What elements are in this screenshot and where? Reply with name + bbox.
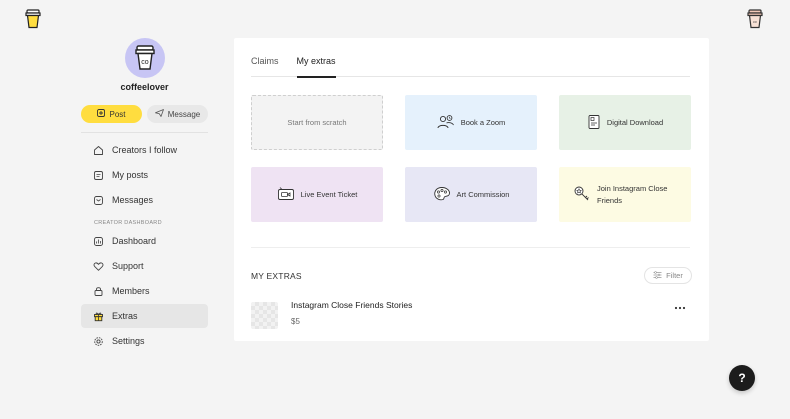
list-item[interactable]: Instagram Close Friends Stories $5 bbox=[251, 300, 690, 329]
sidebar-item-label: Extras bbox=[112, 311, 138, 321]
tab-claims[interactable]: Claims bbox=[251, 55, 279, 77]
sidebar-item-label: Dashboard bbox=[112, 236, 157, 246]
card-digital-download[interactable]: Digital Download bbox=[559, 95, 691, 150]
card-label: Book a Zoom bbox=[460, 117, 506, 127]
user-avatar-icon[interactable]: ᶜᵒ bbox=[746, 9, 764, 29]
post-button-label: Post bbox=[109, 109, 126, 119]
card-label: Art Commission bbox=[456, 189, 510, 199]
sidebar-item-support[interactable]: Support bbox=[81, 254, 208, 278]
extra-price: $5 bbox=[291, 317, 300, 326]
extra-name: Instagram Close Friends Stories bbox=[291, 300, 413, 310]
gear-icon bbox=[93, 336, 104, 347]
svg-text:ᶜᵒ: ᶜᵒ bbox=[753, 20, 757, 26]
svg-text:co: co bbox=[141, 59, 149, 66]
profile-username: coffeelover bbox=[120, 82, 169, 92]
card-label: Join Instagram Close Friends bbox=[597, 183, 668, 205]
card-start-from-scratch[interactable]: Start from scratch bbox=[251, 95, 383, 150]
more-options-icon[interactable] bbox=[674, 302, 686, 313]
document-icon bbox=[587, 114, 601, 132]
people-icon bbox=[437, 114, 455, 132]
card-book-a-zoom[interactable]: Book a Zoom bbox=[405, 95, 537, 150]
card-live-event-ticket[interactable]: Live Event Ticket bbox=[251, 167, 383, 222]
my-extras-heading: MY EXTRAS bbox=[251, 271, 302, 281]
heart-icon bbox=[93, 261, 104, 272]
sidebar-item-members[interactable]: Members bbox=[81, 279, 208, 303]
filter-button[interactable]: Filter bbox=[644, 267, 692, 284]
tab-bar: Claims My extras bbox=[251, 55, 690, 78]
posts-icon bbox=[93, 170, 104, 181]
help-button[interactable]: ? bbox=[729, 365, 755, 391]
sidebar-item-creators-i-follow[interactable]: Creators I follow bbox=[81, 138, 208, 162]
sidebar-item-messages[interactable]: Messages bbox=[81, 188, 208, 212]
lock-icon bbox=[93, 286, 104, 297]
messages-icon bbox=[93, 195, 104, 206]
sidebar-item-my-posts[interactable]: My posts bbox=[81, 163, 208, 187]
send-icon bbox=[154, 109, 164, 119]
creator-dashboard-section-label: CREATOR DASHBOARD bbox=[94, 220, 162, 226]
card-label: Start from scratch bbox=[287, 117, 347, 127]
sidebar-item-label: Support bbox=[112, 261, 144, 271]
section-divider bbox=[251, 247, 690, 248]
sidebar: co coffeelover Post Message Creators I f… bbox=[81, 38, 208, 354]
sidebar-item-settings[interactable]: Settings bbox=[81, 329, 208, 353]
sidebar-item-extras[interactable]: Extras bbox=[81, 304, 208, 328]
coffee-cup-logo-icon[interactable] bbox=[24, 9, 42, 29]
extras-panel: Claims My extras Start from scratch Book… bbox=[234, 38, 709, 341]
sidebar-divider bbox=[81, 132, 208, 133]
sidebar-item-label: Messages bbox=[112, 195, 154, 205]
star-key-icon bbox=[573, 185, 591, 205]
filter-icon bbox=[653, 270, 662, 281]
filter-label: Filter bbox=[666, 271, 683, 280]
sidebar-item-dashboard[interactable]: Dashboard bbox=[81, 229, 208, 253]
home-icon bbox=[93, 145, 104, 156]
extra-thumbnail bbox=[251, 302, 278, 329]
video-ticket-icon bbox=[277, 186, 295, 204]
sidebar-item-label: Creators I follow bbox=[112, 145, 178, 155]
message-button[interactable]: Message bbox=[147, 105, 208, 123]
message-button-label: Message bbox=[167, 109, 201, 119]
gift-icon bbox=[93, 311, 104, 322]
card-join-instagram-close-friends[interactable]: Join Instagram Close Friends bbox=[559, 167, 691, 222]
sidebar-item-label: Settings bbox=[112, 336, 145, 346]
card-art-commission[interactable]: Art Commission bbox=[405, 167, 537, 222]
card-label: Digital Download bbox=[606, 117, 664, 127]
plus-square-icon bbox=[97, 109, 106, 119]
post-button[interactable]: Post bbox=[81, 105, 142, 123]
sidebar-item-label: My posts bbox=[112, 170, 149, 180]
profile-avatar[interactable]: co bbox=[124, 38, 165, 78]
dashboard-icon bbox=[93, 236, 104, 247]
card-label: Live Event Ticket bbox=[300, 189, 358, 199]
palette-icon bbox=[433, 186, 451, 204]
sidebar-item-label: Members bbox=[112, 286, 150, 296]
tab-my-extras[interactable]: My extras bbox=[296, 55, 336, 78]
